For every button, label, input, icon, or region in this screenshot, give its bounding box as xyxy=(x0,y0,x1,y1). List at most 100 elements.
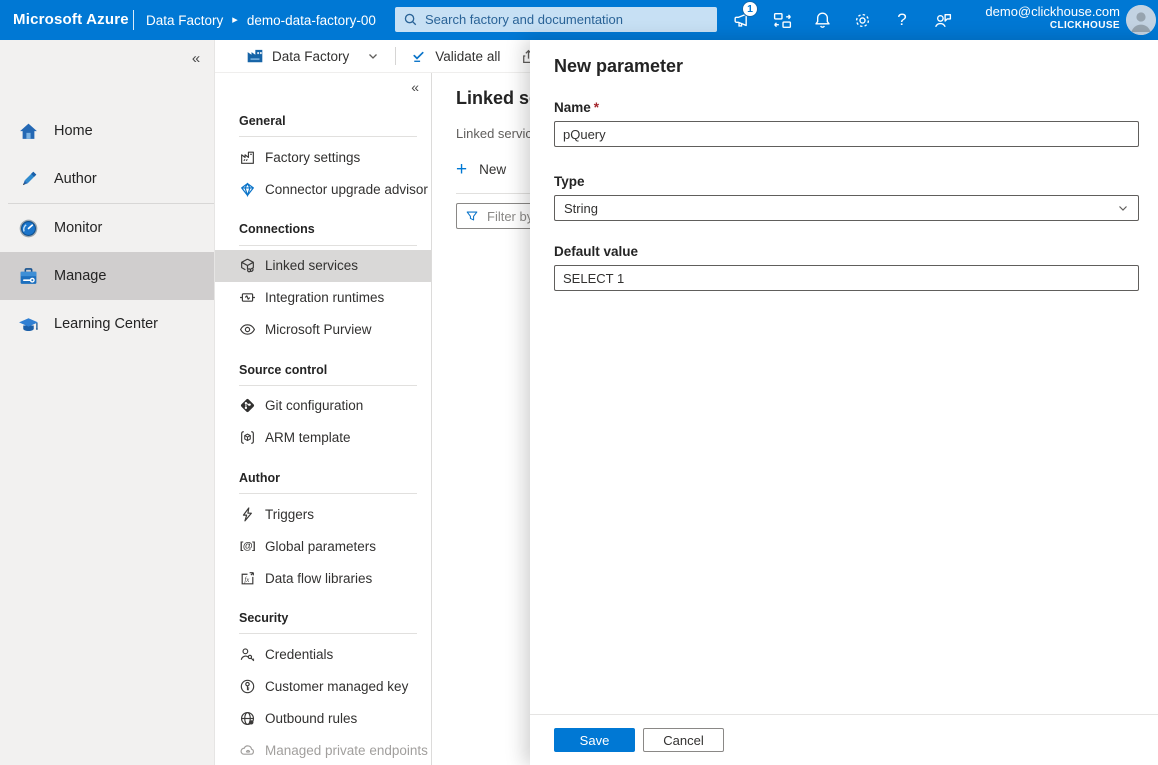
new-parameter-panel: New parameter Name* Type String Default … xyxy=(530,40,1158,765)
nav-item-author[interactable]: Author xyxy=(0,155,214,203)
breadcrumb-app[interactable]: Data Factory xyxy=(146,13,223,28)
section-title-source-control: Source control xyxy=(239,362,417,386)
section-title-security: Security xyxy=(239,610,417,634)
manage-item-factory-settings[interactable]: Factory settings xyxy=(215,141,431,173)
manage-item-label: Connector upgrade advisor xyxy=(265,182,428,197)
filter-funnel-icon xyxy=(465,209,479,223)
new-button-label: New xyxy=(479,162,506,177)
manage-item-arm-template[interactable]: ARM template xyxy=(215,422,431,454)
manage-item-label: Git configuration xyxy=(265,398,363,413)
manage-item-label: Linked services xyxy=(265,258,358,273)
manage-item-label: Credentials xyxy=(265,647,333,662)
breadcrumb: Data Factory ▸ demo-data-factory-00 xyxy=(146,0,376,40)
manage-item-git-configuration[interactable]: Git configuration xyxy=(215,390,431,422)
learning-center-icon xyxy=(18,314,39,335)
manage-item-label: Customer managed key xyxy=(265,679,408,694)
manage-item-label: Data flow libraries xyxy=(265,571,372,586)
manage-item-customer-managed-key[interactable]: Customer managed key xyxy=(215,670,431,702)
azure-brand[interactable]: Microsoft Azure xyxy=(13,0,129,40)
connector-upgrade-icon xyxy=(239,181,256,198)
nav-item-learning-center[interactable]: Learning Center xyxy=(0,300,214,348)
private-endpoint-cloud-icon xyxy=(239,742,256,759)
manage-item-linked-services[interactable]: Linked services xyxy=(215,250,431,282)
nav-item-label: Home xyxy=(54,123,93,139)
notifications-button[interactable] xyxy=(802,0,842,40)
global-parameters-icon: [@] xyxy=(239,538,256,555)
nav-item-label: Monitor xyxy=(54,220,102,236)
cancel-button[interactable]: Cancel xyxy=(643,728,724,752)
manage-item-data-flow-libraries[interactable]: fx Data flow libraries xyxy=(215,562,431,594)
managed-key-icon xyxy=(239,678,256,695)
nav-item-manage[interactable]: Manage xyxy=(0,252,214,300)
validate-all-button[interactable]: Validate all xyxy=(410,48,500,65)
nav-item-label: Learning Center xyxy=(54,316,158,332)
home-icon xyxy=(18,121,39,142)
announcements-button[interactable]: 1 xyxy=(722,0,762,40)
gear-icon xyxy=(852,10,873,31)
account-info[interactable]: demo@clickhouse.com CLICKHOUSE xyxy=(985,4,1120,33)
help-button[interactable]: ? xyxy=(882,0,922,40)
topbar-search[interactable] xyxy=(395,7,717,32)
panel-footer: Save Cancel xyxy=(530,714,1158,765)
manage-item-label: Factory settings xyxy=(265,150,360,165)
dataflow-libraries-icon: fx xyxy=(239,570,256,587)
settings-button[interactable] xyxy=(842,0,882,40)
required-asterisk: * xyxy=(594,100,599,115)
manage-item-global-parameters[interactable]: [@] Global parameters xyxy=(215,530,431,562)
manage-item-label: Managed private endpoints xyxy=(265,743,428,758)
integration-runtimes-icon xyxy=(239,289,256,306)
chevron-down-icon xyxy=(367,50,379,62)
account-org: CLICKHOUSE xyxy=(985,20,1120,33)
manage-nav: « General Factory settings Connector upg… xyxy=(215,73,432,765)
nav-item-label: Manage xyxy=(54,268,106,284)
name-label: Name* xyxy=(554,100,1139,115)
outbound-globe-icon xyxy=(239,710,256,727)
manage-item-connector-upgrade-advisor[interactable]: Connector upgrade advisor xyxy=(215,173,431,205)
search-icon xyxy=(403,12,418,27)
manage-item-label: ARM template xyxy=(265,430,351,445)
factory-switch-icon xyxy=(772,10,793,31)
section-title-general: General xyxy=(239,113,417,137)
left-nav-collapse-icon[interactable]: « xyxy=(184,46,208,70)
factory-switch-button[interactable] xyxy=(762,0,802,40)
feedback-button[interactable] xyxy=(922,0,962,40)
breadcrumb-factory[interactable]: demo-data-factory-00 xyxy=(247,13,376,28)
manage-nav-collapse-icon[interactable]: « xyxy=(411,79,419,95)
arm-template-icon xyxy=(239,429,256,446)
linked-services-icon xyxy=(239,257,256,274)
name-field[interactable] xyxy=(554,121,1139,147)
monitor-gauge-icon xyxy=(18,218,39,239)
topbar-icon-row: 1 ? xyxy=(722,0,962,40)
manage-item-label: Global parameters xyxy=(265,539,376,554)
manage-item-managed-private-endpoints[interactable]: Managed private endpoints xyxy=(215,734,431,765)
notification-badge: 1 xyxy=(742,1,758,17)
left-nav: « Home Author Monitor xyxy=(0,40,215,765)
manage-item-outbound-rules[interactable]: Outbound rules xyxy=(215,702,431,734)
search-input[interactable] xyxy=(425,12,709,27)
default-value-label: Default value xyxy=(554,244,1139,259)
save-button[interactable]: Save xyxy=(554,728,635,752)
manage-item-microsoft-purview[interactable]: Microsoft Purview xyxy=(215,314,431,346)
nav-item-home[interactable]: Home xyxy=(0,107,214,155)
git-icon xyxy=(239,397,256,414)
manage-item-integration-runtimes[interactable]: Integration runtimes xyxy=(215,282,431,314)
topbar-divider xyxy=(133,10,134,30)
credentials-icon xyxy=(239,646,256,663)
validate-all-label: Validate all xyxy=(435,49,500,64)
factory-settings-icon xyxy=(239,149,256,166)
plus-icon: + xyxy=(456,160,467,179)
help-icon: ? xyxy=(897,10,906,30)
purview-eye-icon xyxy=(239,321,256,338)
type-dropdown-value: String xyxy=(564,201,598,216)
author-pencil-icon xyxy=(18,169,39,190)
manage-item-credentials[interactable]: Credentials xyxy=(215,638,431,670)
avatar[interactable] xyxy=(1126,5,1156,35)
type-dropdown[interactable]: String xyxy=(554,195,1139,221)
manage-item-triggers[interactable]: Triggers xyxy=(215,498,431,530)
account-email: demo@clickhouse.com xyxy=(985,4,1120,20)
adf-studio-window: Microsoft Azure Data Factory ▸ demo-data… xyxy=(0,0,1158,765)
nav-item-monitor[interactable]: Monitor xyxy=(0,204,214,252)
factory-selector[interactable]: Data Factory xyxy=(246,47,379,65)
default-value-field[interactable] xyxy=(554,265,1139,291)
topbar: Microsoft Azure Data Factory ▸ demo-data… xyxy=(0,0,1158,40)
